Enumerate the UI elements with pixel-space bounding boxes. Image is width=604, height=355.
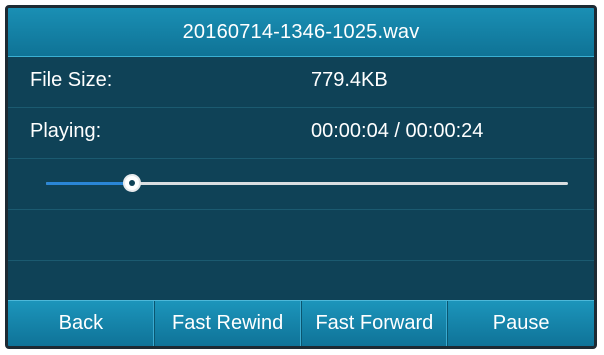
playing-label: Playing: [30,120,102,142]
playing-time-value: 00:00:04 / 00:00:24 [311,120,484,142]
progress-fill [46,182,133,185]
playback-progress-bar[interactable] [46,174,568,192]
empty-row [8,261,594,301]
title-bar: 20160714-1346-1025.wav [8,8,594,57]
fast-forward-button[interactable]: Fast Forward [302,301,449,346]
file-name-title: 20160714-1346-1025.wav [182,20,420,43]
audio-player-screen: 20160714-1346-1025.wav File Size: 779.4K… [5,5,597,349]
back-button[interactable]: Back [8,301,155,346]
file-size-label: File Size: [30,69,113,91]
empty-row [8,210,594,261]
softkey-bar: Back Fast Rewind Fast Forward Pause [8,300,594,346]
playing-row: Playing: 00:00:04 / 00:00:24 [8,108,594,159]
progress-handle[interactable] [123,174,142,192]
file-size-row: File Size: 779.4KB [8,57,594,108]
fast-rewind-button[interactable]: Fast Rewind [155,301,302,346]
file-size-value: 779.4KB [311,69,388,91]
pause-button[interactable]: Pause [448,301,594,346]
